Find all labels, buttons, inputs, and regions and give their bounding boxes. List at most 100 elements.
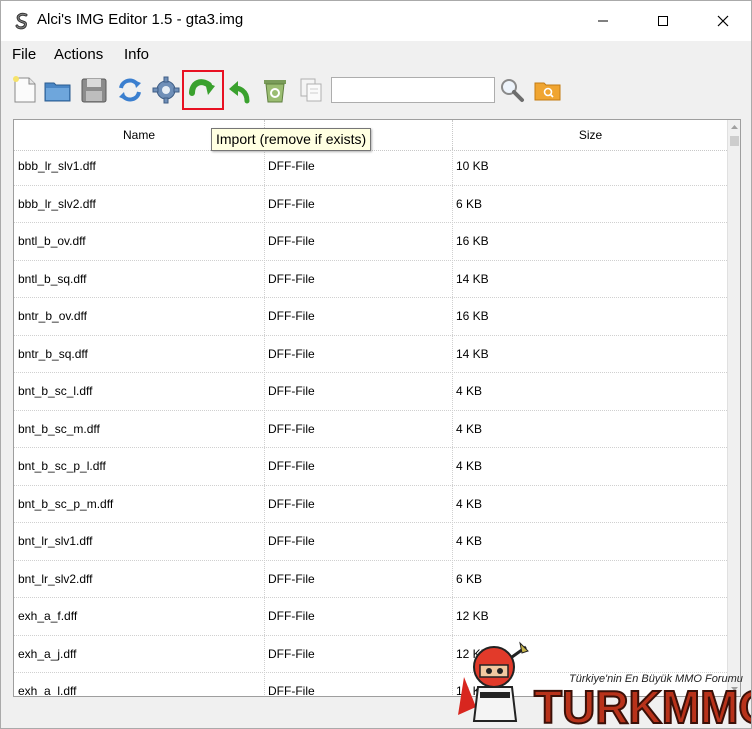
table-row[interactable]: bntr_b_ov.dff DFF-File 16 KB <box>14 298 727 336</box>
copy-button[interactable] <box>297 75 327 105</box>
menu-info[interactable]: Info <box>124 46 149 63</box>
file-name-cell: bnt_b_sc_p_l.dff <box>18 459 106 473</box>
file-size-cell: 4 KB <box>456 459 483 473</box>
file-name-cell: bnt_lr_slv1.dff <box>18 534 93 548</box>
minimize-button[interactable] <box>573 1 633 41</box>
vertical-scrollbar[interactable] <box>727 120 740 696</box>
file-type-cell: DFF-File <box>268 646 315 661</box>
title-bar[interactable]: Alci's IMG Editor 1.5 - gta3.img <box>1 1 751 41</box>
new-file-icon <box>13 76 36 103</box>
app-icon <box>13 12 31 30</box>
watermark-logo-text: TURKMMO <box>534 681 752 729</box>
file-type-cell: DFF-File <box>268 609 315 623</box>
menu-actions[interactable]: Actions <box>54 46 103 63</box>
file-type-cell: DFF-File <box>268 234 315 248</box>
scroll-thumb[interactable] <box>730 136 739 146</box>
table-row[interactable]: bntl_b_ov.dff DFF-File 16 KB <box>14 223 727 261</box>
file-size-cell: 6 KB <box>456 571 483 586</box>
file-name-cell: exh_a_f.dff <box>18 609 78 623</box>
refresh-button[interactable] <box>115 75 145 105</box>
file-size-cell: 4 KB <box>456 496 483 511</box>
file-type-cell: DFF-File <box>268 496 315 511</box>
open-folder-button[interactable] <box>43 75 73 105</box>
file-name-cell: exh_a_j.dff <box>18 646 77 661</box>
watermark-tagline: Türkiye'nin En Büyük MMO Forumu <box>569 673 743 685</box>
table-row[interactable]: bnt_b_sc_p_l.dff DFF-File 4 KB <box>14 448 727 486</box>
export-button[interactable] <box>225 75 255 105</box>
file-name-cell: bntr_b_ov.dff <box>18 309 87 323</box>
file-name-cell: bbb_lr_slv1.dff <box>18 159 96 173</box>
copy-documents-icon <box>300 78 322 102</box>
menu-bar: File Actions Info <box>1 41 751 67</box>
delete-trash-icon <box>264 80 286 103</box>
close-button[interactable] <box>693 1 751 41</box>
table-row[interactable]: bnt_b_sc_m.dff DFF-File 4 KB <box>14 411 727 448</box>
toolbar <box>1 67 751 111</box>
file-table: Name Size bbb_lr_slv1.dff DFF-File 10 KB bb… <box>13 119 741 697</box>
file-name-cell: bntl_b_ov.dff <box>18 234 86 248</box>
file-size-cell: 4 KB <box>456 534 483 548</box>
search-input[interactable] <box>331 77 495 103</box>
export-arrow-icon <box>229 81 250 104</box>
table-row[interactable]: bntr_b_sq.dff DFF-File 14 KB <box>14 336 727 373</box>
maximize-button[interactable] <box>633 1 693 41</box>
search-button[interactable] <box>497 75 527 105</box>
close-icon <box>717 15 729 27</box>
delete-button[interactable] <box>260 75 290 105</box>
table-row[interactable]: bbb_lr_slv2.dff DFF-File 6 KB <box>14 186 727 223</box>
table-body: bbb_lr_slv1.dff DFF-File 10 KB bbb_lr_slv2.… <box>14 148 727 697</box>
find-folder-button[interactable] <box>533 75 563 105</box>
table-row[interactable]: bbb_lr_slv1.dff DFF-File 10 KB <box>14 148 727 186</box>
file-type-cell: DFF-File <box>268 421 315 436</box>
import-button[interactable] <box>182 70 224 110</box>
file-type-cell: DFF-File <box>268 271 315 286</box>
file-size-cell: 6 KB <box>456 196 483 211</box>
file-size-cell: 16 KB <box>456 309 489 323</box>
file-size-cell: 16 KB <box>456 234 489 248</box>
minimize-icon <box>598 20 608 22</box>
file-name-cell: bnt_b_sc_m.dff <box>18 421 100 436</box>
file-type-cell: DFF-File <box>268 309 315 323</box>
file-name-cell: bbb_lr_slv2.dff <box>18 196 96 211</box>
table-row[interactable]: exh_a_f.dff DFF-File 12 KB <box>14 598 727 636</box>
file-size-cell: 4 KB <box>456 384 483 398</box>
save-button[interactable] <box>79 75 109 105</box>
settings-gear-icon <box>152 76 180 104</box>
settings-button[interactable] <box>151 75 181 105</box>
file-name-cell: exh_a_l.dff <box>18 684 77 697</box>
file-type-cell: DFF-File <box>268 384 315 398</box>
open-folder-icon <box>44 82 71 102</box>
file-size-cell: 14 KB <box>456 346 489 361</box>
maximize-icon <box>658 16 668 26</box>
file-type-cell: DFF-File <box>268 459 315 473</box>
file-type-cell: DFF-File <box>268 534 315 548</box>
file-type-cell: DFF-File <box>268 196 315 211</box>
window-title: Alci's IMG Editor 1.5 - gta3.img <box>37 11 244 28</box>
file-type-cell: DFF-File <box>268 346 315 361</box>
find-folder-icon <box>534 82 561 101</box>
file-name-cell: bntr_b_sq.dff <box>18 346 88 361</box>
file-size-cell: 4 KB <box>456 421 483 436</box>
search-icon <box>501 79 524 102</box>
import-arrow-icon <box>189 79 215 96</box>
table-row[interactable]: bnt_lr_slv2.dff DFF-File 6 KB <box>14 561 727 598</box>
file-name-cell: bnt_b_sc_p_m.dff <box>18 496 114 511</box>
menu-file[interactable]: File <box>12 46 36 63</box>
file-size-cell: 10 KB <box>456 159 489 173</box>
table-row[interactable]: bnt_b_sc_p_m.dff DFF-File 4 KB <box>14 486 727 523</box>
column-header-size[interactable]: Size <box>452 120 728 150</box>
app-window: Alci's IMG Editor 1.5 - gta3.img File Ac… <box>0 0 752 729</box>
file-name-cell: bntl_b_sq.dff <box>18 271 87 286</box>
file-type-cell: DFF-File <box>268 684 315 697</box>
save-icon <box>81 78 107 103</box>
table-row[interactable]: bntl_b_sq.dff DFF-File 14 KB <box>14 261 727 298</box>
new-file-button[interactable] <box>10 75 40 105</box>
table-row[interactable]: bnt_lr_slv1.dff DFF-File 4 KB <box>14 523 727 561</box>
refresh-icon <box>119 78 141 102</box>
scroll-up-arrow-icon <box>731 125 738 129</box>
scroll-up-button[interactable] <box>728 120 740 134</box>
file-name-cell: bnt_b_sc_l.dff <box>18 384 93 398</box>
file-type-cell: DFF-File <box>268 159 315 173</box>
table-row[interactable]: bnt_b_sc_l.dff DFF-File 4 KB <box>14 373 727 411</box>
file-name-cell: bnt_lr_slv2.dff <box>18 571 93 586</box>
